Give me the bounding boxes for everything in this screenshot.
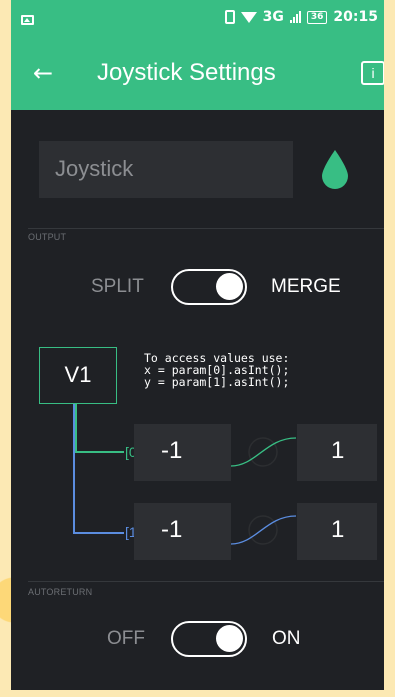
range-1-min-value: -1: [161, 516, 183, 543]
range-1-max-input[interactable]: 1: [297, 503, 377, 560]
range-0-max-value: 1: [331, 437, 345, 464]
range-0-max-input[interactable]: 1: [297, 424, 377, 481]
autoreturn-section-label: AUTORETURN: [28, 587, 93, 597]
autoreturn-toggle-row: OFF ON: [11, 619, 384, 659]
switch-knob: [216, 625, 243, 652]
range-1-max-value: 1: [331, 516, 345, 543]
range-1-min-input[interactable]: -1: [134, 503, 231, 560]
range-0-min-value: -1: [161, 437, 183, 464]
phone-screen: 3G 36 20:15 ← Joystick Settings i Joysti…: [11, 0, 384, 690]
autoreturn-switch[interactable]: [171, 621, 247, 657]
off-label: OFF: [107, 628, 145, 649]
on-label: ON: [272, 628, 301, 649]
range-0-min-input[interactable]: -1: [134, 424, 231, 481]
divider: [28, 581, 384, 582]
